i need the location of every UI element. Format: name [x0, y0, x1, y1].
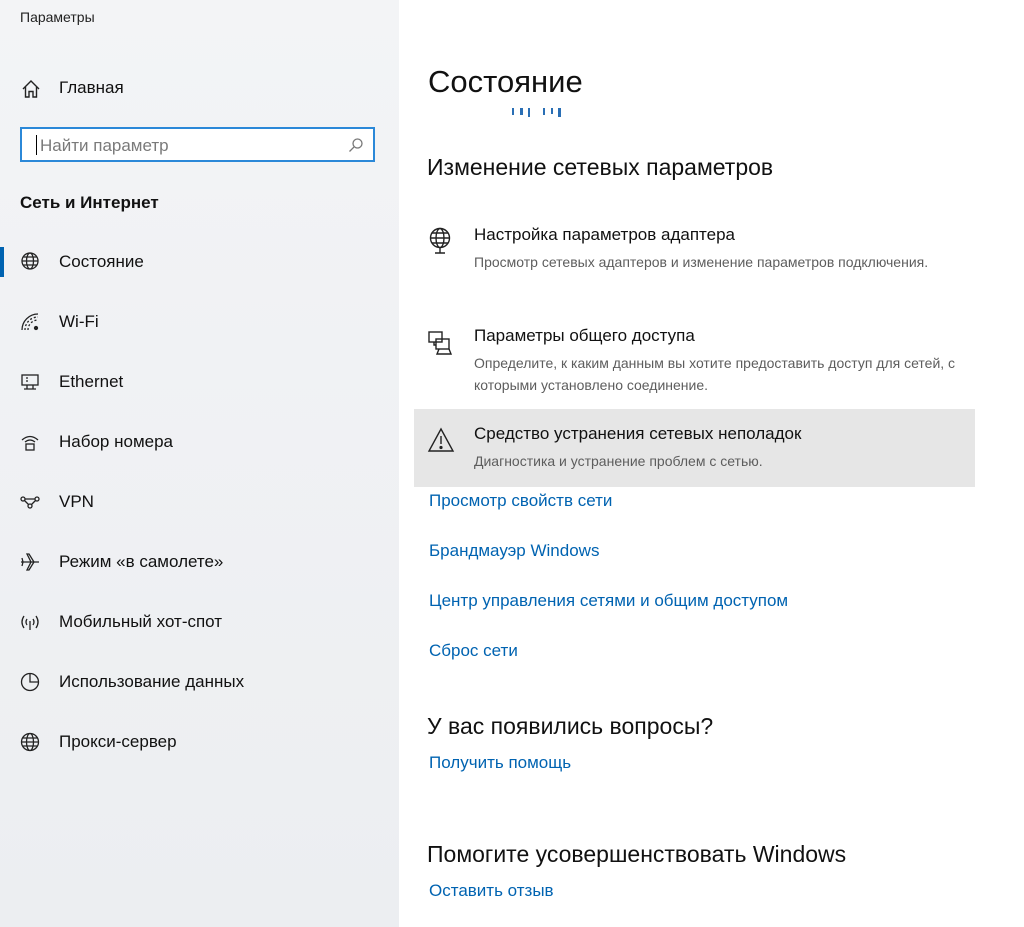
sidebar-item-label: Использование данных — [59, 672, 245, 691]
warning-icon — [426, 425, 456, 455]
sidebar-item-dialup[interactable]: Набор номера — [0, 422, 399, 462]
option-title: Настройка параметров адаптера — [474, 225, 736, 244]
adapter-settings-option[interactable]: Настройка параметров адаптера Просмотр с… — [414, 210, 975, 288]
home-nav-item[interactable]: Главная — [0, 70, 399, 106]
globe-status-icon — [19, 251, 41, 273]
main-content: Состояние Изменение сетевых параметров Н… — [399, 0, 1024, 927]
network-properties-link[interactable]: Просмотр свойств сети — [429, 491, 612, 511]
questions-heading: У вас появились вопросы? — [427, 713, 714, 739]
sidebar: Параметры Главная Сеть и Интернет Состоя… — [0, 0, 399, 927]
home-icon — [20, 78, 42, 100]
improve-windows-heading: Помогите усовершенствовать Windows — [427, 841, 847, 867]
sidebar-item-label: Набор номера — [59, 432, 173, 451]
page-title: Состояние — [428, 64, 583, 99]
sidebar-item-label: Режим «в самолете» — [59, 552, 224, 571]
ethernet-icon — [19, 371, 41, 393]
sidebar-item-label: Ethernet — [59, 372, 124, 391]
sidebar-item-status[interactable]: Состояние — [0, 242, 399, 282]
sidebar-item-label: Состояние — [59, 252, 144, 271]
sidebar-item-label: VPN — [59, 492, 94, 511]
section-title: Сеть и Интернет — [20, 193, 159, 212]
sidebar-item-vpn[interactable]: VPN — [0, 482, 399, 522]
option-description: Определите, к каким данным вы хотите пре… — [474, 355, 956, 393]
search-icon[interactable] — [348, 137, 364, 153]
sidebar-item-label: Прокси-сервер — [59, 732, 177, 751]
get-help-link[interactable]: Получить помощь — [429, 753, 571, 773]
change-settings-heading: Изменение сетевых параметров — [427, 154, 774, 180]
sidebar-item-ethernet[interactable]: Ethernet — [0, 362, 399, 402]
sidebar-item-data-usage[interactable]: Использование данных — [0, 662, 399, 702]
data-usage-icon — [19, 671, 41, 693]
search-input[interactable] — [38, 132, 342, 159]
network-sharing-center-link[interactable]: Центр управления сетями и общим доступом — [429, 591, 788, 611]
hotspot-icon — [19, 611, 41, 633]
sidebar-item-label: Wi-Fi — [59, 312, 99, 331]
option-description: Диагностика и устранение проблем с сетью… — [474, 453, 763, 469]
sidebar-item-airplane[interactable]: Режим «в самолете» — [0, 542, 399, 582]
sidebar-item-proxy[interactable]: Прокси-сервер — [0, 722, 399, 762]
network-troubleshooter-option[interactable]: Средство устранения сетевых неполадок Ди… — [414, 409, 975, 487]
option-description: Просмотр сетевых адаптеров и изменение п… — [474, 254, 929, 270]
airplane-icon — [19, 551, 41, 573]
search-box[interactable] — [20, 127, 375, 162]
option-title: Параметры общего доступа — [474, 326, 695, 345]
option-title: Средство устранения сетевых неполадок — [474, 424, 802, 443]
globe-icon — [19, 731, 41, 753]
sharing-icon — [426, 327, 456, 357]
vpn-icon — [19, 491, 41, 513]
windows-firewall-link[interactable]: Брандмауэр Windows — [429, 541, 599, 561]
home-label: Главная — [59, 78, 124, 97]
feedback-link[interactable]: Оставить отзыв — [429, 881, 554, 901]
sidebar-item-hotspot[interactable]: Мобильный хот-спот — [0, 602, 399, 642]
text-caret — [36, 135, 37, 155]
dialup-icon — [19, 431, 41, 453]
sidebar-item-wifi[interactable]: Wi-Fi — [0, 302, 399, 342]
adapter-globe-icon — [426, 226, 456, 256]
network-reset-link[interactable]: Сброс сети — [429, 641, 518, 661]
wifi-icon — [19, 311, 41, 333]
scrolled-content-fragment — [512, 108, 572, 120]
sidebar-item-label: Мобильный хот-спот — [59, 612, 223, 631]
app-title: Параметры — [20, 9, 95, 25]
selection-indicator — [0, 247, 4, 277]
sharing-options-option[interactable]: Параметры общего доступа Определите, к к… — [414, 311, 975, 393]
